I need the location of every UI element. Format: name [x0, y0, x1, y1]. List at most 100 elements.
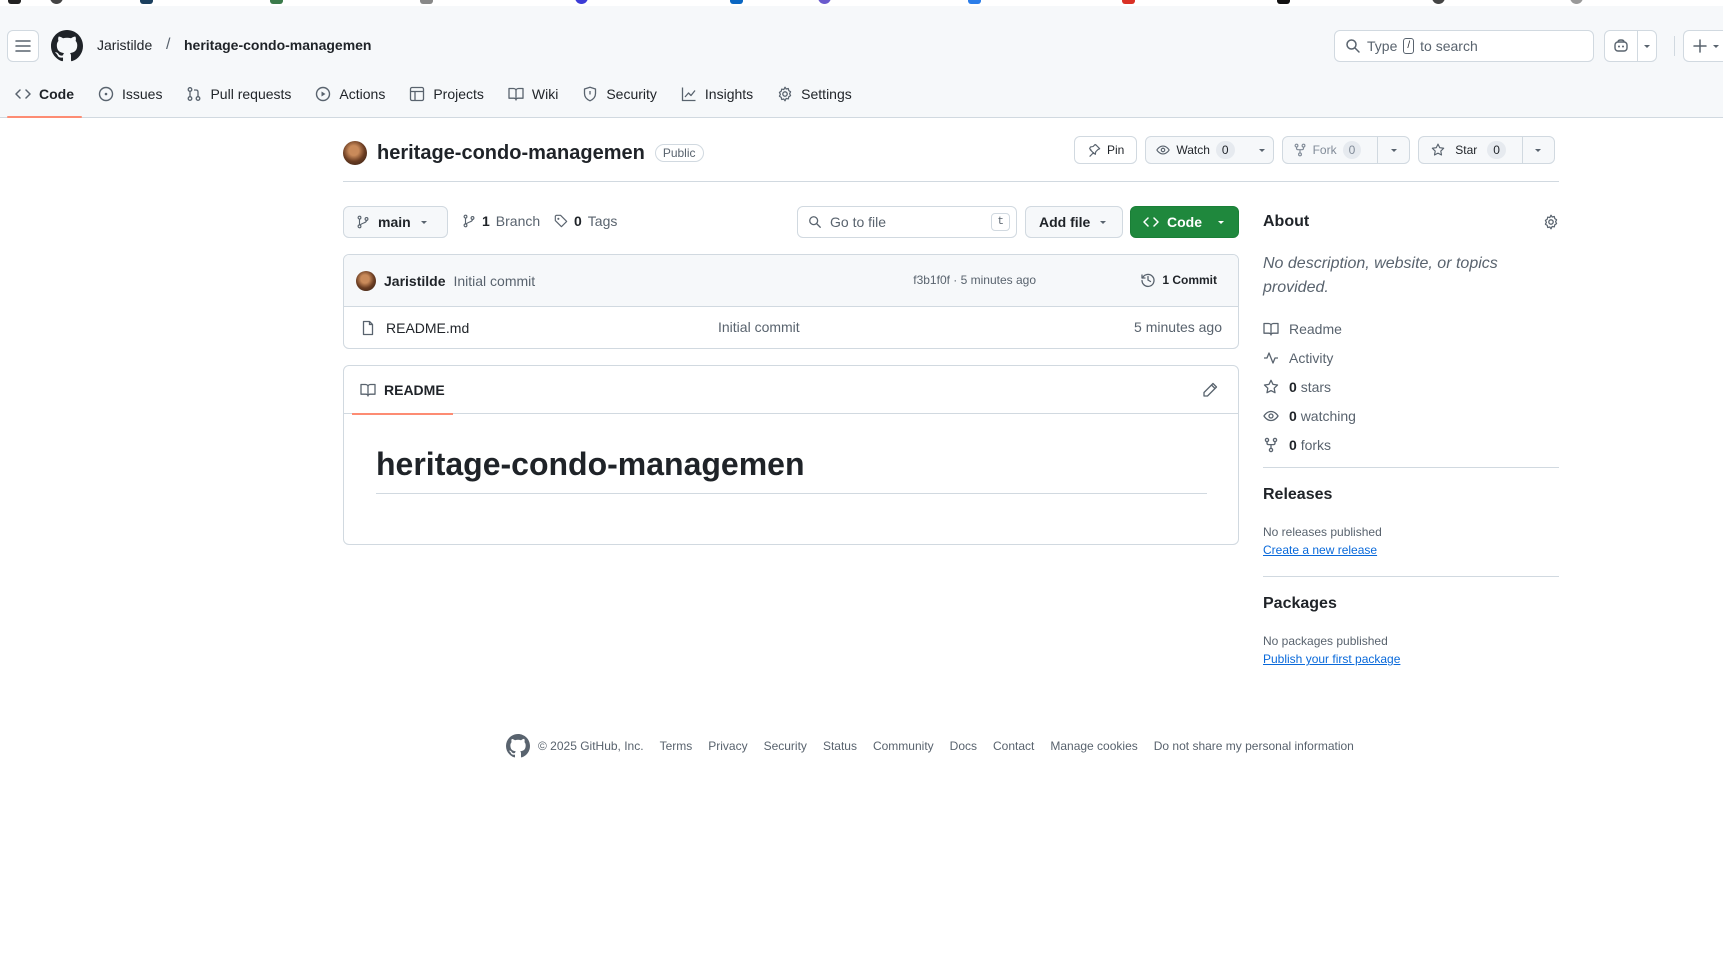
search-prefix: Type: [1367, 38, 1398, 54]
menu-button[interactable]: [7, 30, 39, 62]
file-commit-message[interactable]: Initial commit: [718, 319, 800, 335]
tab-security[interactable]: Security: [574, 78, 665, 110]
bookmark-item[interactable]: [1570, 0, 1583, 4]
create-new-button[interactable]: [1683, 30, 1723, 62]
tab-issues[interactable]: Issues: [90, 78, 170, 110]
create-release-link[interactable]: Create a new release: [1263, 543, 1377, 557]
bookmark-item[interactable]: [1432, 0, 1445, 4]
fork-dropdown[interactable]: [1377, 137, 1409, 163]
code-button[interactable]: Code: [1130, 206, 1239, 238]
pull-request-icon: [188, 87, 201, 101]
commit-author-avatar[interactable]: [356, 270, 376, 291]
star-dropdown[interactable]: [1521, 137, 1554, 163]
packages-title[interactable]: Packages: [1263, 595, 1337, 613]
caret-down-icon: [1390, 149, 1397, 152]
github-logo-icon[interactable]: [51, 30, 83, 62]
table-icon: [410, 86, 425, 102]
tab-wiki[interactable]: Wiki: [500, 78, 566, 110]
repo-title[interactable]: heritage-condo-managemen: [377, 142, 645, 165]
tab-actions[interactable]: Actions: [307, 78, 393, 110]
stars-label: stars: [1300, 378, 1332, 395]
footer-link-terms[interactable]: Terms: [660, 739, 693, 753]
book-icon: [508, 87, 524, 101]
play-icon: [316, 86, 331, 102]
watching-link[interactable]: 0 watching: [1263, 401, 1356, 430]
about-title: About: [1263, 213, 1310, 230]
pulse-icon: [1264, 351, 1278, 364]
tab-label: Code: [39, 86, 74, 102]
footer-link-docs[interactable]: Docs: [950, 739, 977, 753]
forks-link[interactable]: 0 forks: [1263, 430, 1356, 459]
footer-copyright: © 2025 GitHub, Inc.: [538, 739, 644, 753]
readme-tab[interactable]: README: [352, 366, 453, 415]
caret-down-icon: [420, 221, 427, 224]
star-button[interactable]: Star 0: [1418, 136, 1555, 164]
bookmark-item[interactable]: [1122, 0, 1135, 4]
gear-icon: [1544, 214, 1558, 230]
publish-package-link[interactable]: Publish your first package: [1263, 652, 1400, 666]
footer-link-privacy[interactable]: Privacy: [708, 739, 747, 753]
footer-link-status[interactable]: Status: [823, 739, 857, 753]
copilot-button[interactable]: [1604, 30, 1657, 62]
tags-link[interactable]: 0 Tags: [554, 213, 617, 229]
pin-icon: [1089, 143, 1101, 157]
commit-message[interactable]: Initial commit: [453, 273, 535, 289]
tab-pull-requests[interactable]: Pull requests: [178, 78, 299, 110]
commits-link[interactable]: 1 Commit: [1140, 272, 1217, 288]
forks-count: 0: [1289, 436, 1297, 453]
pin-button[interactable]: Pin: [1074, 136, 1138, 164]
commit-author[interactable]: Jaristilde: [384, 273, 445, 289]
caret-down-icon: [1100, 221, 1107, 224]
bookmark-item[interactable]: [968, 0, 981, 4]
footer-link-manage-cookies[interactable]: Manage cookies: [1050, 739, 1137, 753]
readme-tab-label: README: [384, 382, 445, 398]
footer-link-community[interactable]: Community: [873, 739, 934, 753]
activity-link[interactable]: Activity: [1263, 343, 1356, 372]
file-name[interactable]: README.md: [386, 320, 469, 336]
tab-projects[interactable]: Projects: [401, 78, 492, 110]
branch-selector[interactable]: main: [343, 206, 448, 238]
bookmark-item[interactable]: [575, 0, 588, 4]
bookmark-item[interactable]: [1277, 0, 1290, 4]
watch-dropdown[interactable]: [1251, 137, 1273, 163]
owner-avatar[interactable]: [343, 141, 367, 165]
tab-settings[interactable]: Settings: [769, 78, 860, 110]
stars-link[interactable]: 0 stars: [1263, 372, 1356, 401]
releases-title[interactable]: Releases: [1263, 486, 1332, 504]
table-row[interactable]: README.md Initial commit 5 minutes ago: [344, 307, 1238, 348]
bookmark-item[interactable]: [730, 0, 743, 4]
footer-link-security[interactable]: Security: [764, 739, 807, 753]
bookmark-item[interactable]: [420, 0, 433, 4]
branch-name: main: [378, 214, 411, 230]
sidebar-divider: [1263, 467, 1559, 468]
tab-label: Projects: [433, 86, 484, 102]
breadcrumb-owner[interactable]: Jaristilde: [97, 37, 152, 53]
readme-link[interactable]: Readme: [1263, 314, 1356, 343]
bookmark-item[interactable]: [818, 0, 831, 4]
go-to-file-input[interactable]: Go to file t: [797, 206, 1017, 238]
copilot-dropdown[interactable]: [1638, 41, 1656, 51]
edit-readme-button[interactable]: [1202, 382, 1218, 398]
branches-link[interactable]: 1 Branch: [462, 213, 540, 229]
fork-icon: [1264, 437, 1278, 452]
watch-button[interactable]: Watch 0: [1145, 136, 1274, 164]
footer-link-contact[interactable]: Contact: [993, 739, 1034, 753]
tab-code[interactable]: Code: [7, 78, 82, 118]
add-file-button[interactable]: Add file: [1025, 206, 1123, 238]
footer-link-do-not-share[interactable]: Do not share my personal information: [1154, 739, 1354, 753]
tab-insights[interactable]: Insights: [673, 78, 761, 110]
history-icon: [1141, 273, 1155, 288]
bookmark-item[interactable]: [270, 0, 283, 4]
issue-icon: [98, 86, 114, 102]
search-input[interactable]: Type / to search: [1334, 30, 1594, 62]
breadcrumb-repo[interactable]: heritage-condo-managemen: [184, 37, 371, 53]
watching-count: 0: [1289, 407, 1297, 424]
bookmark-item[interactable]: [50, 0, 63, 4]
fork-button[interactable]: Fork 0: [1281, 136, 1411, 164]
about-settings-button[interactable]: [1543, 214, 1559, 230]
bookmark-item[interactable]: [8, 0, 21, 4]
go-to-file-shortcut: t: [991, 213, 1010, 231]
tab-label: Settings: [801, 86, 852, 102]
bookmark-item[interactable]: [140, 0, 153, 4]
commit-meta[interactable]: f3b1f0f · 5 minutes ago: [913, 273, 1036, 287]
